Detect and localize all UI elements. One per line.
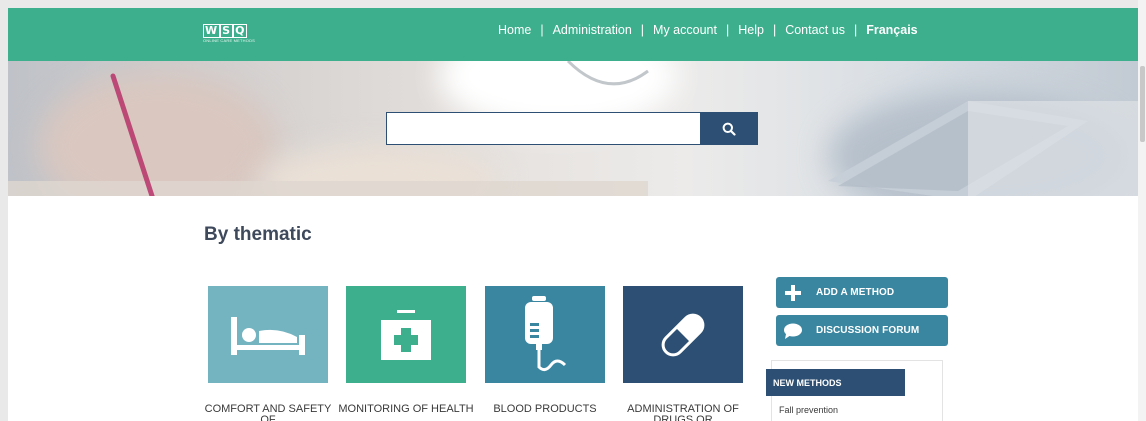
tile-label[interactable]: ADMINISTRATION OF DRUGS OR (615, 404, 751, 421)
add-method-button[interactable]: ADD A METHOD (776, 277, 948, 308)
tile-label[interactable]: BLOOD PRODUCTS (477, 404, 613, 415)
scrollbar-thumb[interactable] (1140, 66, 1145, 142)
scrollbar-track[interactable] (1138, 0, 1146, 421)
page: WSQ ONLINE CARE METHODS Home | Administr… (8, 8, 1138, 421)
first-aid-kit-icon (381, 309, 431, 360)
tile-comfort-safety[interactable] (208, 286, 328, 383)
plus-icon (776, 284, 810, 301)
new-method-item[interactable]: Fall prevention (779, 405, 838, 415)
logo-subtitle: ONLINE CARE METHODS (203, 38, 256, 43)
discussion-forum-label: DISCUSSION FORUM (816, 325, 920, 336)
main-nav: Home | Administration | My account | Hel… (498, 21, 918, 39)
nav-separator: | (772, 23, 777, 37)
bed-icon (231, 316, 305, 355)
nav-separator: | (640, 23, 645, 37)
blood-bag-icon (525, 295, 567, 371)
tile-monitoring-health[interactable] (346, 286, 466, 383)
pill-icon (661, 313, 705, 356)
nav-separator: | (725, 23, 730, 37)
tile-blood-products[interactable] (485, 286, 605, 383)
nav-contact-us[interactable]: Contact us (785, 23, 845, 37)
discussion-forum-button[interactable]: DISCUSSION FORUM (776, 315, 948, 346)
nav-my-account[interactable]: My account (653, 23, 717, 37)
nav-separator: | (853, 23, 858, 37)
top-header: WSQ ONLINE CARE METHODS Home | Administr… (8, 8, 1138, 61)
new-methods-title: NEW METHODS (766, 369, 905, 396)
speech-bubble-icon (776, 323, 810, 339)
search-button[interactable] (700, 113, 757, 144)
search-bar (386, 112, 758, 145)
nav-francais[interactable]: Français (866, 23, 917, 37)
search-icon (722, 122, 736, 136)
hero-banner (8, 61, 1138, 196)
tile-label[interactable]: MONITORING OF HEALTH (338, 404, 474, 415)
logo-mark: WSQ (203, 24, 248, 38)
search-input[interactable] (387, 113, 701, 144)
section-title: By thematic (204, 224, 312, 245)
nav-administration[interactable]: Administration (553, 23, 632, 37)
tile-drug-administration[interactable] (623, 286, 743, 383)
nav-home[interactable]: Home (498, 23, 531, 37)
nav-separator: | (540, 23, 544, 37)
tile-label[interactable]: COMFORT AND SAFETY OF (200, 404, 336, 421)
site-logo[interactable]: WSQ ONLINE CARE METHODS (203, 23, 256, 47)
add-method-label: ADD A METHOD (816, 287, 895, 298)
nav-help[interactable]: Help (738, 23, 764, 37)
